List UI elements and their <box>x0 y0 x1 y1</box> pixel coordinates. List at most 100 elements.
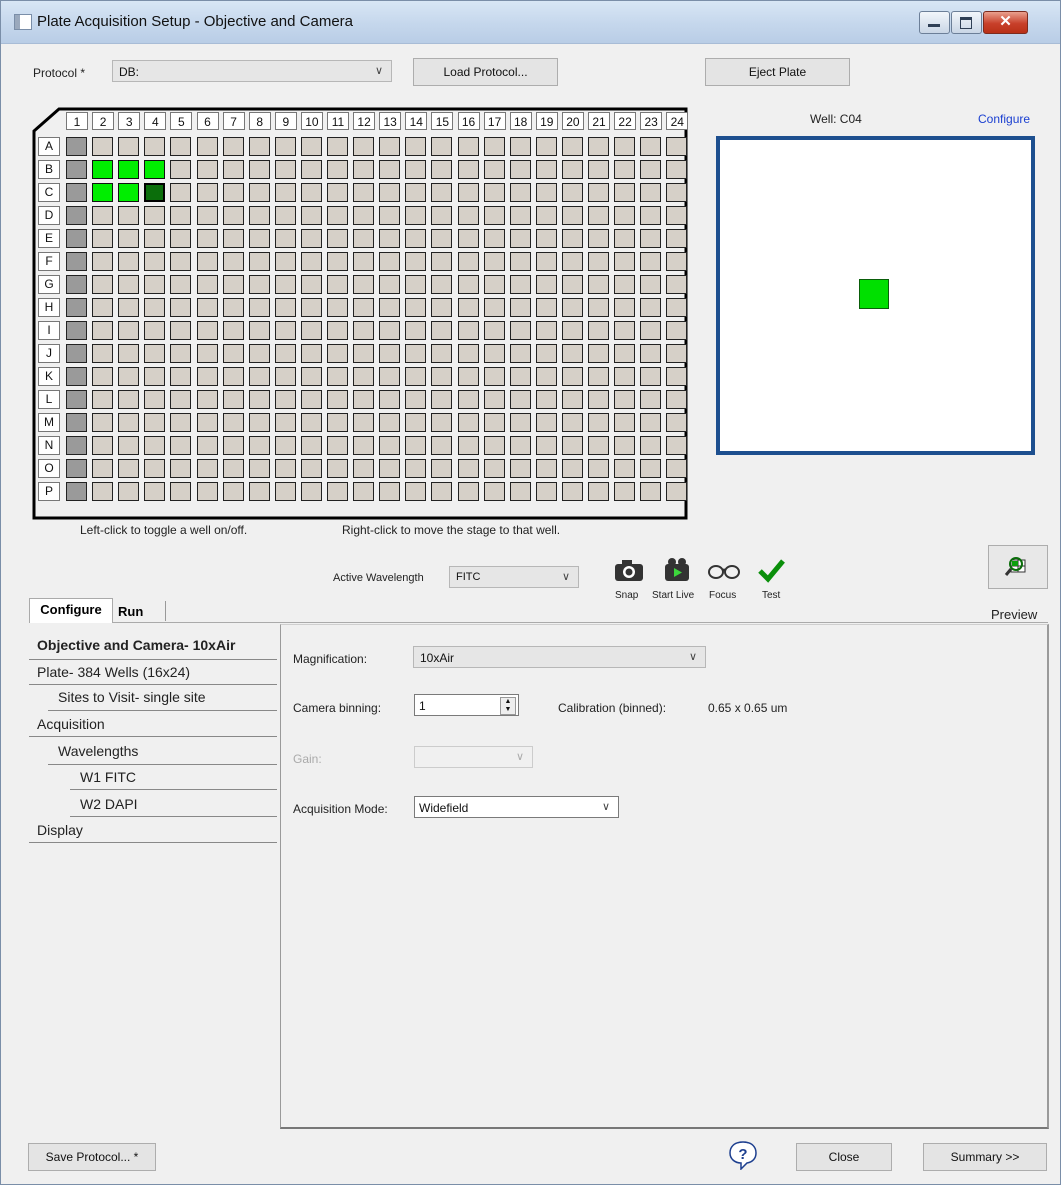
plate-well[interactable] <box>170 137 192 156</box>
plate-well[interactable] <box>196 160 218 179</box>
plate-well[interactable] <box>327 482 348 501</box>
plate-well[interactable] <box>509 160 531 179</box>
plate-well[interactable] <box>379 344 401 363</box>
plate-well[interactable] <box>66 436 87 455</box>
plate-well[interactable] <box>588 137 609 156</box>
plate-well[interactable] <box>614 413 636 432</box>
plate-well[interactable] <box>66 344 87 363</box>
plate-well[interactable] <box>92 459 114 478</box>
nav-item-wavelengths[interactable]: Wavelengths <box>58 743 138 759</box>
plate-well[interactable] <box>379 436 401 455</box>
plate-well[interactable] <box>66 321 87 340</box>
plate-well[interactable] <box>327 321 348 340</box>
plate-well[interactable] <box>379 183 401 202</box>
plate-well[interactable] <box>640 390 662 409</box>
plate-well[interactable] <box>118 275 140 294</box>
nav-item-display[interactable]: Display <box>37 822 83 838</box>
plate-well[interactable] <box>222 413 244 432</box>
plate-well[interactable] <box>222 459 244 478</box>
plate-well[interactable] <box>300 160 322 179</box>
plate-well[interactable] <box>640 206 662 225</box>
plate-well[interactable] <box>457 390 479 409</box>
plate-well[interactable] <box>353 183 375 202</box>
plate-well[interactable] <box>561 183 583 202</box>
plate-well[interactable] <box>379 229 401 248</box>
plate-well[interactable] <box>222 252 244 271</box>
plate-well[interactable] <box>561 436 583 455</box>
plate-well[interactable] <box>196 344 218 363</box>
plate-well[interactable] <box>666 436 688 455</box>
plate-well[interactable] <box>196 206 218 225</box>
plate-well[interactable] <box>666 367 688 386</box>
plate-well[interactable] <box>535 183 557 202</box>
plate-well[interactable] <box>483 160 505 179</box>
plate-well[interactable] <box>535 482 557 501</box>
plate-well[interactable] <box>640 137 662 156</box>
plate-well[interactable] <box>118 160 140 179</box>
plate-well[interactable] <box>457 321 479 340</box>
plate-well[interactable] <box>118 183 140 202</box>
column-header[interactable]: 7 <box>222 112 245 130</box>
plate-well[interactable] <box>431 436 453 455</box>
plate-well[interactable] <box>118 390 140 409</box>
plate-well[interactable] <box>92 252 114 271</box>
plate-well[interactable] <box>405 137 427 156</box>
plate-well[interactable] <box>588 344 609 363</box>
plate-well[interactable] <box>509 298 531 317</box>
plate-well[interactable] <box>92 482 114 501</box>
plate-well[interactable] <box>274 390 296 409</box>
plate-well[interactable] <box>509 459 531 478</box>
plate-well[interactable] <box>379 459 401 478</box>
column-header[interactable]: 24 <box>666 112 689 130</box>
plate-well[interactable] <box>144 367 166 386</box>
nav-item-acquisition[interactable]: Acquisition <box>37 716 105 732</box>
plate-well[interactable] <box>561 367 583 386</box>
plate-well[interactable] <box>66 275 87 294</box>
row-header[interactable]: N <box>38 436 60 455</box>
plate-well[interactable] <box>588 436 609 455</box>
plate-well[interactable] <box>483 321 505 340</box>
plate-well[interactable] <box>274 459 296 478</box>
plate-well[interactable] <box>535 344 557 363</box>
plate-well[interactable] <box>614 183 636 202</box>
plate-well[interactable] <box>457 206 479 225</box>
plate-well[interactable] <box>222 344 244 363</box>
column-header[interactable]: 15 <box>431 112 454 130</box>
row-header[interactable]: K <box>38 367 60 386</box>
plate-well[interactable] <box>274 229 296 248</box>
plate-well[interactable] <box>431 275 453 294</box>
column-header[interactable]: 17 <box>483 112 506 130</box>
row-header[interactable]: C <box>38 183 60 202</box>
plate-well[interactable] <box>144 229 166 248</box>
plate-well[interactable] <box>170 482 192 501</box>
plate-well[interactable] <box>588 252 609 271</box>
plate-well[interactable] <box>300 482 322 501</box>
nav-item-w2-dapi[interactable]: W2 DAPI <box>80 796 138 812</box>
plate-well[interactable] <box>483 367 505 386</box>
preview-button[interactable] <box>988 545 1048 589</box>
plate-well[interactable] <box>666 160 688 179</box>
plate-well[interactable] <box>118 137 140 156</box>
plate-well[interactable] <box>66 183 87 202</box>
plate-well[interactable] <box>66 390 87 409</box>
plate-well[interactable] <box>274 367 296 386</box>
plate-well[interactable] <box>431 413 453 432</box>
plate-well[interactable] <box>614 252 636 271</box>
plate-well[interactable] <box>666 206 688 225</box>
plate-well[interactable] <box>327 137 348 156</box>
plate-well[interactable] <box>509 206 531 225</box>
plate-well[interactable] <box>666 459 688 478</box>
plate-well[interactable] <box>353 436 375 455</box>
test-button[interactable] <box>752 556 790 585</box>
save-protocol-button[interactable]: Save Protocol... * <box>28 1143 156 1171</box>
plate-well[interactable] <box>535 160 557 179</box>
plate-well[interactable] <box>353 206 375 225</box>
plate-well[interactable] <box>431 344 453 363</box>
column-header[interactable]: 3 <box>118 112 141 130</box>
column-header[interactable]: 18 <box>509 112 532 130</box>
plate-well[interactable] <box>274 413 296 432</box>
plate-well[interactable] <box>222 229 244 248</box>
row-header[interactable]: B <box>38 160 60 179</box>
plate-well[interactable] <box>327 206 348 225</box>
plate-well[interactable] <box>196 229 218 248</box>
